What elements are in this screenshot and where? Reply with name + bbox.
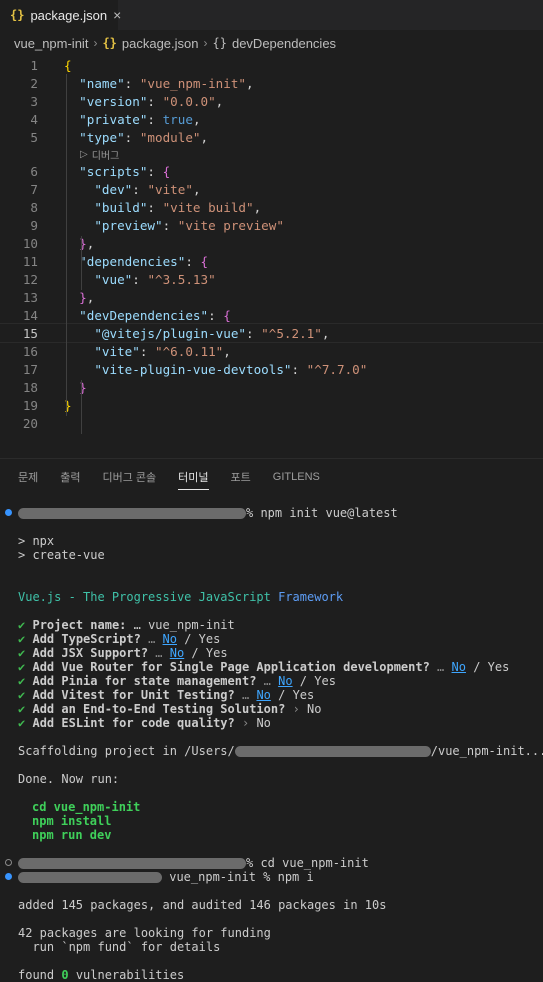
prompt-answer: ✔ Add ESLint for code quality? › No [18,716,271,730]
terminal-line: Scaffolding project in /Users//vue_npm-i… [18,744,543,758]
breadcrumb: vue_npm-init › {} package.json › {} devD… [0,30,543,56]
terminal-line: > create-vue [18,548,105,562]
code-line: 17 "vite-plugin-vue-devtools": "^7.7.0" [22,361,368,377]
tab-terminal[interactable]: 터미널 [178,469,209,490]
code-line-current: 15 "@vitejs/plugin-vue": "^5.2.1", [0,323,543,343]
code-line: 9 "preview": "vite preview" [30,217,284,233]
chevron-right-icon: › [203,36,208,50]
terminal-line: % npm init vue@latest [18,506,398,520]
redacted-path [18,858,246,869]
next-step-command: cd vue_npm-init [32,800,141,814]
code-line: 6 "scripts": { [30,163,171,179]
prompt-answer: ✔ Add JSX Support? … No / Yes [18,646,228,660]
code-line: 8 "build": "vite build", [30,199,262,215]
bottom-panel: 문제 출력 디버그 콘솔 터미널 포트 GITLENS % npm init v… [0,458,543,982]
terminal-line: added 145 packages, and audited 146 pack… [18,898,387,912]
code-line: 5 "type": "module", [30,129,209,145]
chevron-right-icon: › [93,36,98,50]
code-line: 4 "private": true, [30,111,201,127]
codelens-debug[interactable]: ▷ 디버그 [0,146,543,162]
play-icon: ▷ [80,148,88,160]
next-step-command: npm install [32,814,112,828]
next-step-command: npm run dev [32,828,112,842]
indent-guide [66,74,67,416]
prompt-answer: ✔ Add Vitest for Unit Testing? … No / Ye… [18,688,315,702]
breadcrumb-node[interactable]: devDependencies [232,36,336,51]
close-icon[interactable]: × [113,7,121,23]
prompt-answer: ✔ Add TypeScript? … No / Yes [18,632,221,646]
redacted-path [234,746,431,757]
tab-output[interactable]: 출력 [60,469,80,485]
code-line: 7 "dev": "vite", [30,181,201,197]
json-file-icon: {} [10,8,25,22]
terminal-line: vue_npm-init % npm i [18,870,314,884]
json-file-icon: {} [102,36,117,50]
terminal-line: Done. Now run: [18,772,120,786]
command-status-icon [5,873,12,880]
terminal-line: % cd vue_npm-init [18,856,369,870]
redacted-path [18,508,246,519]
tab-package-json[interactable]: {} package.json × [0,0,121,30]
indent-guide [81,380,82,434]
command-status-icon [5,859,12,866]
code-line: 16 "vite": "^6.0.11", [22,343,231,359]
prompt-answer: ✔ Add Vue Router for Single Page Applica… [18,660,510,674]
tab-label: package.json [30,7,108,23]
code-line: 1{ [30,57,72,73]
code-line: 14 "devDependencies": { [22,307,231,323]
prompt-answer: ✔ Add Pinia for state management? … No /… [18,674,336,688]
tab-gitlens[interactable]: GITLENS [273,471,320,483]
object-icon: {} [212,36,227,50]
terminal-line: 42 packages are looking for funding [18,926,271,940]
tab-problems[interactable]: 문제 [18,469,38,485]
tab-ports[interactable]: 포트 [231,469,251,485]
editor-tab-bar: {} package.json × [0,0,543,30]
code-line: 13 }, [22,289,95,305]
terminal-line: found 0 vulnerabilities [18,968,185,982]
prompt-answer: ✔ Add an End-to-End Testing Solution? › … [18,702,322,716]
breadcrumb-file[interactable]: package.json [122,36,199,51]
panel-tab-bar: 문제 출력 디버그 콘솔 터미널 포트 GITLENS [0,459,543,495]
code-line: 2 "name": "vue_npm-init", [30,75,254,91]
terminal-line: run `npm fund` for details [18,940,221,954]
redacted-path [18,872,162,883]
command-status-icon [5,509,12,516]
prompt-answer: ✔ Project name: … vue_npm-init [18,618,235,632]
indent-guide [81,236,82,290]
breadcrumb-folder[interactable]: vue_npm-init [14,36,88,51]
terminal-banner: Vue.js - The Progressive JavaScript Fram… [18,590,344,604]
terminal-line: > npx [18,534,55,548]
code-editor[interactable]: 1{ 2 "name": "vue_npm-init", 3 "version"… [0,56,543,436]
code-line: 3 "version": "0.0.0", [30,93,224,109]
tab-debug-console[interactable]: 디버그 콘솔 [103,469,157,485]
